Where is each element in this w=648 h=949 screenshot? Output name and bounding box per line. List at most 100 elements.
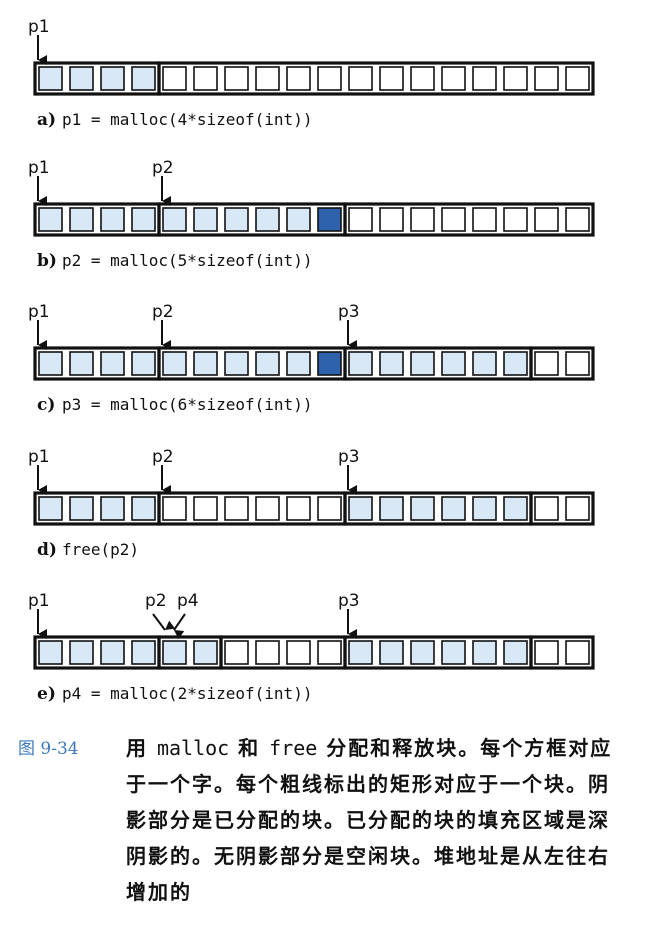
panel-letter: b) xyxy=(37,251,57,271)
panel-code: p3 = malloc(6*sizeof(int)) xyxy=(62,395,312,414)
word-cell xyxy=(410,66,435,91)
word-cell xyxy=(162,351,187,376)
block-outline xyxy=(343,635,533,670)
word-cell xyxy=(224,640,249,665)
word-cell xyxy=(193,640,218,665)
pointer-label: p3 xyxy=(338,591,360,611)
word-cell xyxy=(100,351,125,376)
pointer-label: p3 xyxy=(338,302,360,322)
word-cell xyxy=(38,496,63,521)
pointer-p4: p4 xyxy=(173,591,199,640)
word-cell xyxy=(193,496,218,521)
panel-b: p1 p2 b) p2 = malloc(5*sizeof(int)) xyxy=(28,158,595,271)
caption-text: 用 malloc 和 free 分配和释放块。每个方框对应于一个字。每个粗线标出… xyxy=(126,730,626,910)
word-cell xyxy=(565,351,590,376)
word-cell xyxy=(472,207,497,232)
word-cell xyxy=(503,66,528,91)
word-cell xyxy=(503,640,528,665)
pointer-label: p2 xyxy=(152,447,174,467)
word-cell xyxy=(255,640,280,665)
word-cell xyxy=(348,496,373,521)
panel-d: p1 p2 p3 d) free(p2) xyxy=(28,447,595,560)
panel-e: p1 p2 p4 p3 e) p4 = malloc(2*sizeof(int)) xyxy=(28,591,595,704)
block-outline xyxy=(157,346,347,381)
panel-caption: e) p4 = malloc(2*sizeof(int)) xyxy=(37,684,312,704)
caption-text-part: 用 xyxy=(126,736,157,760)
word-cell xyxy=(565,496,590,521)
pointer-label: p1 xyxy=(28,447,50,467)
word-cell xyxy=(534,207,559,232)
word-cell xyxy=(503,351,528,376)
word-cell xyxy=(472,66,497,91)
word-cell xyxy=(193,351,218,376)
pointer-p1: p1 xyxy=(28,447,50,495)
word-cell xyxy=(224,496,249,521)
word-cell xyxy=(38,207,63,232)
word-cell xyxy=(379,66,404,91)
word-cell xyxy=(224,66,249,91)
figure-caption: 图 9-34 用 malloc 和 free 分配和释放块。每个方框对应于一个字… xyxy=(0,730,648,945)
pointer-p3: p3 xyxy=(338,447,360,495)
pointer-label: p2 xyxy=(152,302,174,322)
word-cell xyxy=(193,66,218,91)
pointer-p1: p1 xyxy=(28,17,50,65)
word-cell xyxy=(162,496,187,521)
word-cell xyxy=(472,496,497,521)
word-cell xyxy=(69,351,94,376)
word-cell xyxy=(410,351,435,376)
word-cell xyxy=(255,351,280,376)
word-cell xyxy=(131,640,156,665)
word-cell xyxy=(131,66,156,91)
pointer-arrow xyxy=(152,613,176,631)
word-cell xyxy=(224,351,249,376)
word-cell xyxy=(565,640,590,665)
pointer-label: p1 xyxy=(28,591,50,611)
panel-a: p1 a) p1 = malloc(4*sizeof(int)) xyxy=(28,17,595,130)
word-cell xyxy=(441,496,466,521)
word-cell xyxy=(162,207,187,232)
word-cell xyxy=(69,66,94,91)
caption-text-part: 分配和释放块。每个方框对应于一个字。每个粗线标出的矩形对应于一个块。阴影部分是已… xyxy=(126,736,613,904)
word-cell xyxy=(100,66,125,91)
word-cell xyxy=(69,640,94,665)
word-cell xyxy=(348,207,373,232)
word-cell xyxy=(286,351,311,376)
word-cell xyxy=(255,496,280,521)
word-cell xyxy=(38,66,63,91)
pointer-p1: p1 xyxy=(28,591,50,639)
word-cell xyxy=(410,640,435,665)
panel-caption: c) p3 = malloc(6*sizeof(int)) xyxy=(37,395,312,415)
pointer-label: p2 xyxy=(145,591,167,611)
word-cell xyxy=(379,640,404,665)
malloc-free-diagram: p1 a) p1 = malloc(4*sizeof(int)) p1 p2 b) p2 =… xyxy=(28,17,595,704)
block-outline xyxy=(157,61,595,96)
word-cell xyxy=(534,640,559,665)
pointer-p2: p2 xyxy=(145,591,176,631)
pointer-label: p3 xyxy=(338,447,360,467)
panel-code: free(p2) xyxy=(62,540,139,559)
pointer-label: p1 xyxy=(28,17,50,37)
panel-letter: d) xyxy=(37,540,57,560)
word-cell xyxy=(534,496,559,521)
pointer-p2: p2 xyxy=(152,158,174,206)
panel-letter: e) xyxy=(37,684,56,704)
word-cell xyxy=(193,207,218,232)
word-cell xyxy=(565,207,590,232)
pointer-p3: p3 xyxy=(338,302,360,350)
panel-caption: d) free(p2) xyxy=(37,540,139,560)
block-outline xyxy=(157,491,347,526)
word-cell xyxy=(100,496,125,521)
panel-code: p4 = malloc(2*sizeof(int)) xyxy=(62,684,312,703)
panel-code: p1 = malloc(4*sizeof(int)) xyxy=(62,110,312,129)
word-cell xyxy=(410,207,435,232)
word-cell xyxy=(410,496,435,521)
word-cell xyxy=(317,640,342,665)
word-cell xyxy=(348,351,373,376)
word-cell xyxy=(565,66,590,91)
word-cell xyxy=(348,640,373,665)
caption-code-term: malloc xyxy=(156,736,230,760)
block-outline xyxy=(343,491,533,526)
word-cell xyxy=(472,640,497,665)
pointer-label: p2 xyxy=(152,158,174,178)
word-cell xyxy=(69,496,94,521)
